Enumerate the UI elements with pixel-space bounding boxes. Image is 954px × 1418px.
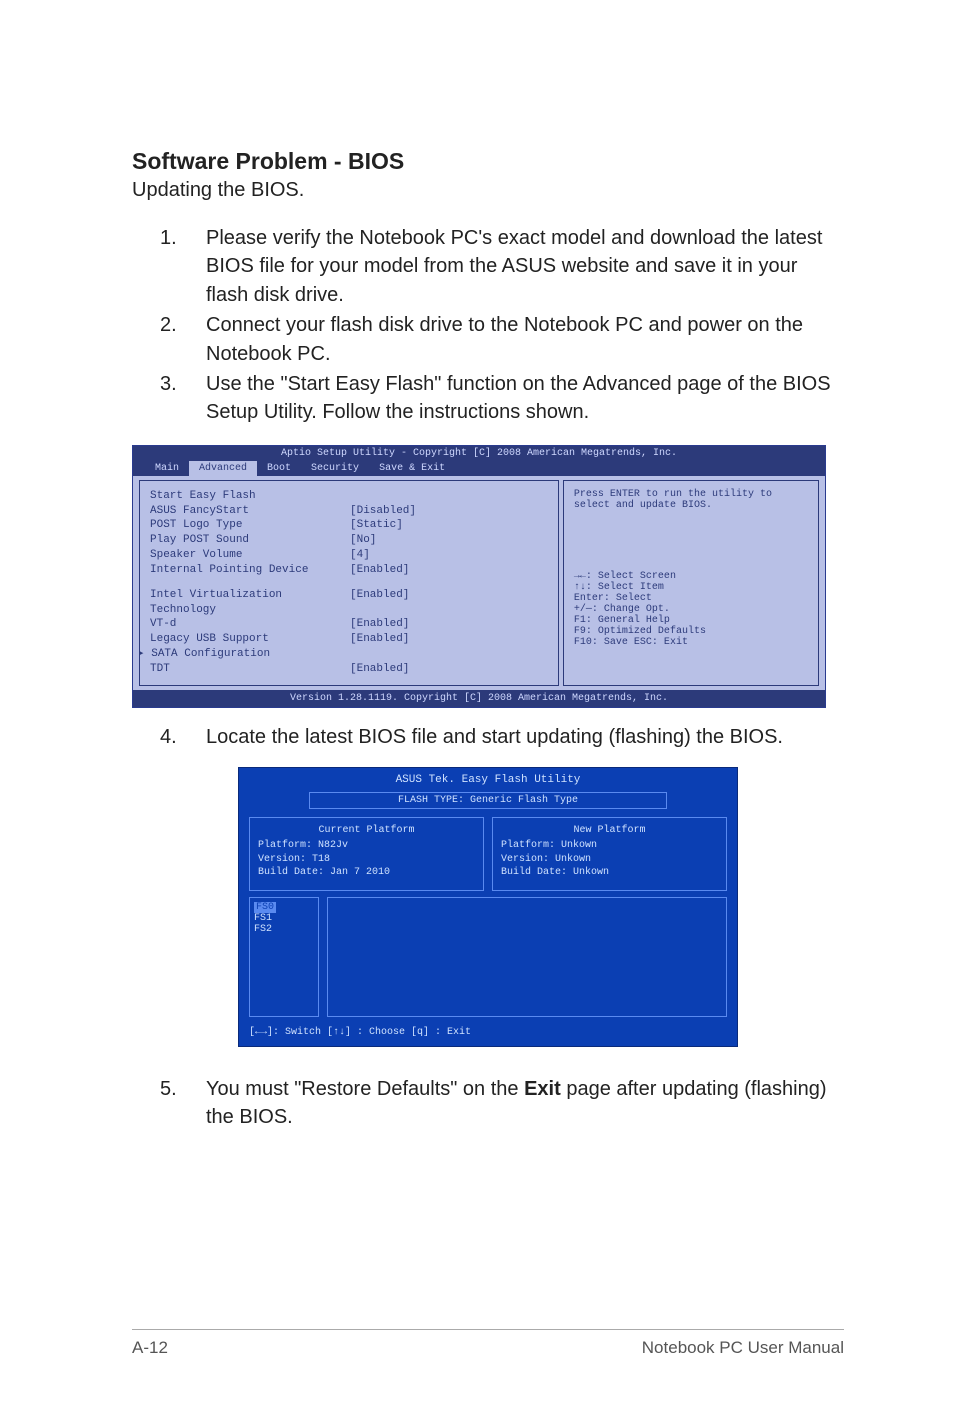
- platform-line: Platform: Unkown: [501, 839, 718, 853]
- step-number: 2.: [160, 311, 206, 368]
- step-text: Connect your flash disk drive to the Not…: [206, 311, 844, 368]
- bios-option: ASUS FancyStart[Disabled]: [150, 504, 548, 519]
- fs-item-selected: FS0: [254, 902, 276, 913]
- bios-option: Speaker Volume[4]: [150, 548, 548, 563]
- flash-utility-screenshot: ASUS Tek. Easy Flash Utility FLASH TYPE:…: [238, 767, 738, 1047]
- bios-key-hint: Enter: Select: [574, 593, 808, 604]
- bios-key-hint: F9: Optimized Defaults: [574, 626, 808, 637]
- step-text: You must "Restore Defaults" on the Exit …: [206, 1075, 844, 1132]
- flash-type: FLASH TYPE: Generic Flash Type: [309, 792, 667, 809]
- bios-footer: Version 1.28.1119. Copyright [C] 2008 Am…: [133, 690, 825, 707]
- bios-header: Aptio Setup Utility - Copyright [C] 2008…: [133, 446, 825, 461]
- step-text: Locate the latest BIOS file and start up…: [206, 726, 783, 749]
- step-item: 5. You must "Restore Defaults" on the Ex…: [160, 1075, 844, 1132]
- bios-option: TDT[Enabled]: [150, 662, 548, 677]
- fs-list-box: FS0 FS1 FS2: [249, 897, 319, 1017]
- bios-key-hint: F1: General Help: [574, 615, 808, 626]
- bios-key-hint: +/—: Change Opt.: [574, 604, 808, 615]
- bios-left-panel: Start Easy Flash ASUS FancyStart[Disable…: [139, 480, 559, 686]
- bios-key-hint: ↑↓: Select Item: [574, 582, 808, 593]
- bios-tab-security: Security: [301, 461, 369, 476]
- flash-key-hints: [←→]: Switch [↑↓] : Choose [q] : Exit: [249, 1027, 727, 1038]
- platform-line: Platform: N82Jv: [258, 839, 475, 853]
- bios-tab-advanced: Advanced: [189, 461, 257, 476]
- current-platform-panel: Current Platform Platform: N82Jv Version…: [249, 817, 484, 891]
- panel-title: New Platform: [501, 824, 718, 838]
- panel-title: Current Platform: [258, 824, 475, 838]
- bios-tab-save-exit: Save & Exit: [369, 461, 455, 476]
- build-line: Build Date: Unkown: [501, 866, 718, 880]
- bios-help-text: Press ENTER to run the utility to select…: [574, 489, 808, 511]
- bios-key-hint: F10: Save ESC: Exit: [574, 637, 808, 648]
- bios-option: Play POST Sound[No]: [150, 533, 548, 548]
- step-number: 1.: [160, 224, 206, 309]
- version-line: Version: Unkown: [501, 853, 718, 867]
- bios-option: VT-d[Enabled]: [150, 617, 548, 632]
- bios-tab-boot: Boot: [257, 461, 301, 476]
- bios-tab-main: Main: [145, 461, 189, 476]
- page-number: A-12: [132, 1338, 168, 1358]
- step-number: 4.: [160, 726, 206, 749]
- flash-title: ASUS Tek. Easy Flash Utility: [249, 774, 727, 786]
- bios-option: Internal Pointing Device[Enabled]: [150, 563, 548, 578]
- flash-panels: Current Platform Platform: N82Jv Version…: [249, 817, 727, 891]
- flash-lower: FS0 FS1 FS2: [249, 897, 727, 1017]
- bios-option: Intel Virtualization Technology[Enabled]: [150, 588, 548, 618]
- page: Software Problem - BIOS Updating the BIO…: [0, 0, 954, 1418]
- step-item: 2.Connect your flash disk drive to the N…: [160, 311, 844, 368]
- step-item: 3.Use the "Start Easy Flash" function on…: [160, 370, 844, 427]
- bios-option: POST Logo Type[Static]: [150, 518, 548, 533]
- bold-exit: Exit: [524, 1078, 561, 1100]
- bios-option-selected: SATA Configuration: [150, 647, 548, 662]
- step-item: 1.Please verify the Notebook PC's exact …: [160, 224, 844, 309]
- fs-item: FS1: [254, 913, 272, 924]
- step-text: Please verify the Notebook PC's exact mo…: [206, 224, 844, 309]
- file-list-box: [327, 897, 727, 1017]
- version-line: Version: T18: [258, 853, 475, 867]
- step-number: 5.: [160, 1075, 206, 1132]
- bios-tabs: Main Advanced Boot Security Save & Exit: [133, 461, 825, 476]
- bios-body: Start Easy Flash ASUS FancyStart[Disable…: [133, 476, 825, 690]
- subtitle: Updating the BIOS.: [132, 179, 844, 202]
- new-platform-panel: New Platform Platform: Unkown Version: U…: [492, 817, 727, 891]
- manual-title: Notebook PC User Manual: [642, 1338, 844, 1358]
- step-text: Use the "Start Easy Flash" function on t…: [206, 370, 844, 427]
- step-number: 3.: [160, 370, 206, 427]
- page-title: Software Problem - BIOS: [132, 148, 844, 175]
- page-footer: A-12 Notebook PC User Manual: [132, 1329, 844, 1358]
- step-item: 4. Locate the latest BIOS file and start…: [160, 726, 844, 749]
- bios-option: Legacy USB Support[Enabled]: [150, 632, 548, 647]
- bios-key-hint: →←: Select Screen: [574, 571, 808, 582]
- build-line: Build Date: Jan 7 2010: [258, 866, 475, 880]
- steps-top: 1.Please verify the Notebook PC's exact …: [160, 224, 844, 427]
- fs-item: FS2: [254, 924, 272, 935]
- bios-right-panel: Press ENTER to run the utility to select…: [563, 480, 819, 686]
- bios-option: Start Easy Flash: [150, 489, 548, 504]
- bios-screenshot: Aptio Setup Utility - Copyright [C] 2008…: [132, 445, 826, 708]
